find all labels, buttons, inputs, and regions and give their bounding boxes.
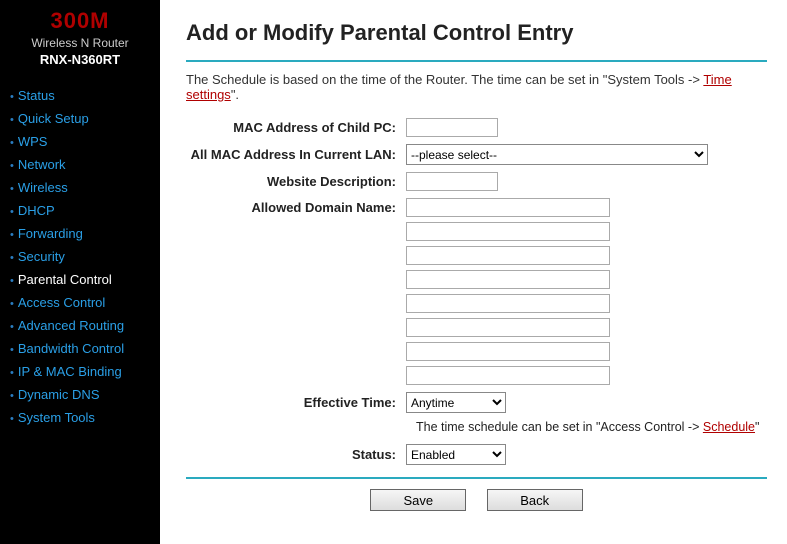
allowed-domain-input-5[interactable] [406,318,610,337]
allowed-domain-input-4[interactable] [406,294,610,313]
sidebar-item-label: Wireless [18,180,68,195]
sidebar-item-label: Security [18,249,65,264]
bullet-icon: • [10,229,14,241]
sidebar-item-label: IP & MAC Binding [18,364,122,379]
back-button[interactable]: Back [487,489,583,511]
bullet-icon: • [10,298,14,310]
sidebar-item-label: Forwarding [18,226,83,241]
sidebar-item-dhcp[interactable]: • DHCP [0,200,160,223]
sidebar-item-label: WPS [18,134,48,149]
label-mac: MAC Address of Child PC: [186,120,406,135]
sidebar-item-system-tools[interactable]: • System Tools [0,407,160,430]
allowed-domain-input-0[interactable] [406,198,610,217]
sidebar-item-security[interactable]: • Security [0,246,160,269]
bullet-icon: • [10,114,14,126]
save-button[interactable]: Save [370,489,466,511]
allowed-domain-input-1[interactable] [406,222,610,241]
sidebar-item-parental-control[interactable]: • Parental Control [0,269,160,292]
sidebar-item-label: DHCP [18,203,55,218]
bullet-icon: • [10,183,14,195]
logo-product: RNX-N360RT [6,52,154,67]
divider-top [186,60,767,62]
allowed-domain-input-7[interactable] [406,366,610,385]
bullet-icon: • [10,206,14,218]
bullet-icon: • [10,160,14,172]
sidebar-item-label: Status [18,88,55,103]
sidebar-item-network[interactable]: • Network [0,154,160,177]
bullet-icon: • [10,413,14,425]
status-select[interactable]: Enabled [406,444,506,465]
info-text: The Schedule is based on the time of the… [186,72,767,102]
sidebar-item-advanced-routing[interactable]: • Advanced Routing [0,315,160,338]
sidebar-item-label: Advanced Routing [18,318,124,333]
logo-subtitle: Wireless N Router [6,36,154,50]
sidebar-item-label: Access Control [18,295,105,310]
sidebar-item-forwarding[interactable]: • Forwarding [0,223,160,246]
bullet-icon: • [10,137,14,149]
all-mac-select[interactable]: --please select-- [406,144,708,165]
logo-model: 300M [6,8,154,34]
sidebar-item-status[interactable]: • Status [0,85,160,108]
effective-time-select[interactable]: Anytime [406,392,506,413]
logo: 300M Wireless N Router RNX-N360RT [0,8,160,75]
allowed-domain-input-2[interactable] [406,246,610,265]
label-allmac: All MAC Address In Current LAN: [186,147,406,162]
allowed-domain-input-6[interactable] [406,342,610,361]
sidebar-item-bandwidth-control[interactable]: • Bandwidth Control [0,338,160,361]
bullet-icon: • [10,321,14,333]
bullet-icon: • [10,275,14,287]
sidebar-item-label: Quick Setup [18,111,89,126]
label-allowed: Allowed Domain Name: [186,200,406,215]
page-title: Add or Modify Parental Control Entry [186,20,767,46]
website-description-input[interactable] [406,172,498,191]
sidebar: 300M Wireless N Router RNX-N360RT • Statu… [0,0,160,544]
bullet-icon: • [10,91,14,103]
schedule-link[interactable]: Schedule [703,420,755,434]
label-status: Status: [186,447,406,462]
button-row: Save Back [186,489,767,511]
sidebar-item-dynamic-dns[interactable]: • Dynamic DNS [0,384,160,407]
sidebar-item-quick-setup[interactable]: • Quick Setup [0,108,160,131]
bullet-icon: • [10,390,14,402]
sidebar-item-access-control[interactable]: • Access Control [0,292,160,315]
nav-list: • Status • Quick Setup • WPS • Network • Wireless… [0,85,160,430]
sidebar-item-label: Network [18,157,66,172]
allowed-domain-input-3[interactable] [406,270,610,289]
sidebar-item-wps[interactable]: • WPS [0,131,160,154]
label-webdesc: Website Description: [186,174,406,189]
sidebar-item-label: Dynamic DNS [18,387,100,402]
bullet-icon: • [10,252,14,264]
bullet-icon: • [10,367,14,379]
sidebar-item-label: Bandwidth Control [18,341,124,356]
mac-address-input[interactable] [406,118,498,137]
label-efftime: Effective Time: [186,395,406,410]
sidebar-item-label: System Tools [18,410,95,425]
sidebar-item-label: Parental Control [18,272,112,287]
divider-bottom [186,477,767,479]
bullet-icon: • [10,344,14,356]
schedule-note: The time schedule can be set in "Access … [416,420,767,434]
content: Add or Modify Parental Control Entry The… [160,0,787,544]
sidebar-item-ip-mac-binding[interactable]: • IP & MAC Binding [0,361,160,384]
sidebar-item-wireless[interactable]: • Wireless [0,177,160,200]
